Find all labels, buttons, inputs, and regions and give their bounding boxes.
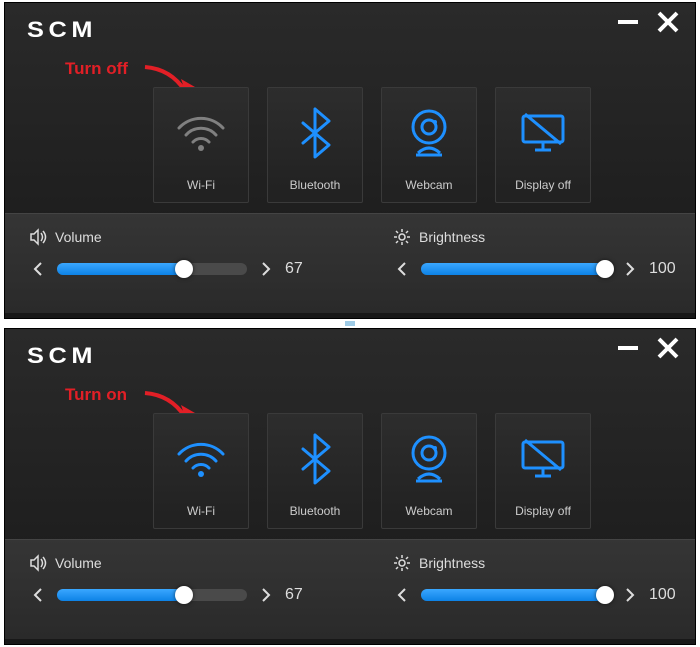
tile-label: Display off [515, 504, 571, 518]
title-bar: SCM [5, 329, 695, 381]
brightness-group: Brightness 100 [393, 554, 700, 604]
webcam-icon [382, 414, 476, 504]
scm-panel: SCM Turn on Wi-Fi Bluetooth [4, 328, 696, 645]
display-off-icon [496, 88, 590, 178]
volume-decrease-button[interactable] [29, 586, 47, 604]
scm-panel: SCM Turn off Wi-Fi Bluetooth [4, 2, 696, 319]
brightness-icon [393, 554, 411, 572]
brightness-decrease-button[interactable] [393, 260, 411, 278]
quick-tiles: Wi-Fi Bluetooth Webcam Display off [153, 413, 591, 529]
chevron-right-icon [260, 587, 272, 603]
brightness-label: Brightness [419, 229, 485, 245]
brightness-value: 100 [649, 586, 683, 604]
volume-slider[interactable] [57, 263, 247, 275]
minimize-button[interactable] [615, 9, 641, 35]
close-icon [656, 336, 680, 360]
window-buttons [615, 335, 681, 361]
window-buttons [615, 9, 681, 35]
app-logo: SCM [27, 17, 97, 43]
chevron-left-icon [396, 587, 408, 603]
chevron-right-icon [624, 587, 636, 603]
chevron-left-icon [396, 261, 408, 277]
tile-label: Webcam [405, 178, 452, 192]
tile-webcam[interactable]: Webcam [381, 413, 477, 529]
tile-label: Bluetooth [290, 178, 341, 192]
volume-increase-button[interactable] [257, 586, 275, 604]
tile-display-off[interactable]: Display off [495, 87, 591, 203]
tile-label: Webcam [405, 504, 452, 518]
bluetooth-icon [268, 414, 362, 504]
brightness-slider[interactable] [421, 589, 611, 601]
panel-separator [0, 321, 700, 326]
minimize-icon [616, 336, 640, 360]
volume-label: Volume [55, 229, 102, 245]
webcam-icon [382, 88, 476, 178]
minimize-icon [616, 10, 640, 34]
brightness-increase-button[interactable] [621, 586, 639, 604]
tile-label: Display off [515, 178, 571, 192]
brightness-group: Brightness 100 [393, 228, 700, 278]
tile-webcam[interactable]: Webcam [381, 87, 477, 203]
volume-value: 67 [285, 586, 319, 604]
brightness-decrease-button[interactable] [393, 586, 411, 604]
tile-display-off[interactable]: Display off [495, 413, 591, 529]
close-button[interactable] [655, 9, 681, 35]
chevron-left-icon [32, 587, 44, 603]
tile-bluetooth[interactable]: Bluetooth [267, 413, 363, 529]
brightness-slider[interactable] [421, 263, 611, 275]
volume-group: Volume 67 [29, 554, 349, 604]
sliders-bar: Volume 67 Brightness [5, 213, 695, 313]
brightness-icon [393, 228, 411, 246]
volume-slider[interactable] [57, 589, 247, 601]
close-button[interactable] [655, 335, 681, 361]
volume-group: Volume 67 [29, 228, 349, 278]
volume-value: 67 [285, 260, 319, 278]
tile-wifi[interactable]: Wi-Fi [153, 87, 249, 203]
tile-wifi[interactable]: Wi-Fi [153, 413, 249, 529]
chevron-right-icon [624, 261, 636, 277]
title-bar: SCM [5, 3, 695, 55]
wifi-icon [154, 414, 248, 504]
tile-label: Wi-Fi [187, 504, 215, 518]
tile-bluetooth[interactable]: Bluetooth [267, 87, 363, 203]
minimize-button[interactable] [615, 335, 641, 361]
brightness-label: Brightness [419, 555, 485, 571]
app-logo: SCM [27, 343, 97, 369]
volume-decrease-button[interactable] [29, 260, 47, 278]
chevron-right-icon [260, 261, 272, 277]
brightness-value: 100 [649, 260, 683, 278]
volume-icon [29, 228, 47, 246]
volume-icon [29, 554, 47, 572]
wifi-icon [154, 88, 248, 178]
volume-increase-button[interactable] [257, 260, 275, 278]
brightness-increase-button[interactable] [621, 260, 639, 278]
annotation-text: Turn off [65, 59, 128, 79]
bluetooth-icon [268, 88, 362, 178]
close-icon [656, 10, 680, 34]
display-off-icon [496, 414, 590, 504]
quick-tiles: Wi-Fi Bluetooth Webcam Display off [153, 87, 591, 203]
tile-label: Bluetooth [290, 504, 341, 518]
volume-label: Volume [55, 555, 102, 571]
tile-label: Wi-Fi [187, 178, 215, 192]
annotation-text: Turn on [65, 385, 127, 405]
sliders-bar: Volume 67 Brightness [5, 539, 695, 639]
chevron-left-icon [32, 261, 44, 277]
